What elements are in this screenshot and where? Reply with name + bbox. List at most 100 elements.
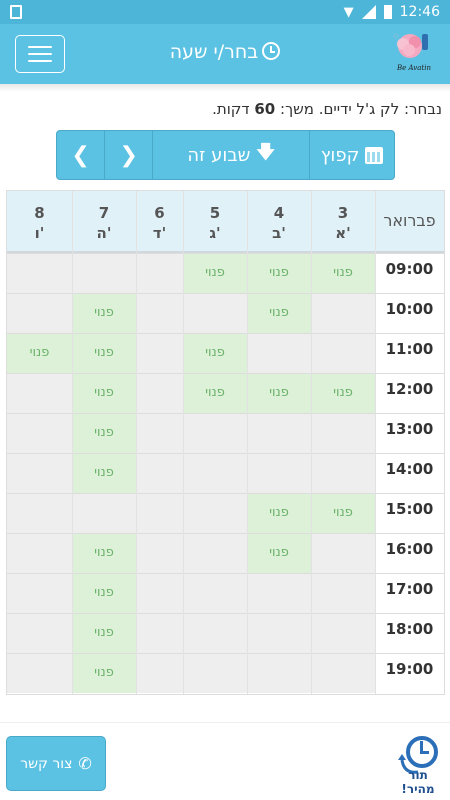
free-slot[interactable]: פנוי	[247, 374, 311, 413]
free-slot[interactable]: פנוי	[72, 414, 136, 453]
free-slot[interactable]: פנוי	[311, 254, 375, 293]
unavailable-slot	[183, 534, 247, 573]
free-slot[interactable]: פנוי	[311, 374, 375, 413]
unavailable-slot	[7, 414, 72, 453]
unavailable-slot	[136, 574, 183, 613]
unavailable-slot	[183, 574, 247, 613]
free-slot[interactable]: פנוי	[183, 374, 247, 413]
contact-button[interactable]: ✆ צור קשר	[6, 736, 106, 791]
free-slot[interactable]: פנוי	[247, 534, 311, 573]
unavailable-slot	[311, 294, 375, 333]
free-slot[interactable]: פנוי	[183, 254, 247, 293]
free-slot[interactable]: פנוי	[247, 254, 311, 293]
free-slot[interactable]: פנוי	[247, 294, 311, 333]
time-label: 11:00	[375, 333, 444, 373]
unavailable-slot	[247, 654, 311, 693]
time-label: 09:00	[375, 253, 444, 293]
day-number: 7	[98, 204, 110, 222]
signal-icon	[361, 5, 376, 19]
time-label: 16:00	[375, 533, 444, 573]
time-label: 10:00	[375, 293, 444, 333]
calendar-icon	[365, 146, 384, 164]
unavailable-slot	[7, 654, 72, 693]
clock-icon	[262, 42, 281, 60]
free-slot[interactable]: פנוי	[72, 654, 136, 693]
free-slot[interactable]: פנוי	[247, 494, 311, 533]
previous-week-button[interactable]: ❮	[57, 131, 106, 179]
unavailable-slot	[247, 574, 311, 613]
day-number: 3	[337, 204, 349, 222]
schedule-grid: פברואר 3 א' 4 ב' 5 ג' 6 ד' 7 ה' 8 ו' 09:00 פנוי פנוי פנ…	[6, 190, 445, 695]
free-slot[interactable]: פנוי	[72, 534, 136, 573]
free-slot[interactable]: פנוי	[72, 294, 136, 333]
unavailable-slot	[311, 454, 375, 493]
time-label: 13:00	[375, 413, 444, 453]
unavailable-slot	[136, 254, 183, 293]
divider	[0, 722, 450, 723]
unavailable-slot	[311, 574, 375, 613]
selection-duration: 60	[254, 100, 276, 118]
wifi-icon: ▼	[343, 4, 354, 20]
day-number: 4	[273, 204, 285, 222]
this-week-button[interactable]: 🡇 שבוע זה	[153, 131, 311, 179]
unavailable-slot	[136, 414, 183, 453]
free-slot[interactable]: פנוי	[72, 374, 136, 413]
unavailable-slot	[311, 654, 375, 693]
unavailable-slot	[136, 614, 183, 653]
selection-suffix: דקות.	[212, 100, 255, 118]
app-header: בחר/י שעה Be Avatin	[0, 24, 450, 84]
column-divider	[72, 191, 73, 694]
unavailable-slot	[7, 574, 72, 613]
month-header: פברואר	[383, 211, 436, 230]
day-header: 4 ב'	[247, 191, 311, 253]
unavailable-slot	[72, 494, 136, 533]
free-slot[interactable]: פנוי	[72, 454, 136, 493]
free-slot[interactable]: פנוי	[311, 494, 375, 533]
unavailable-slot	[311, 334, 375, 373]
unavailable-slot	[183, 294, 247, 333]
free-slot[interactable]: פנוי	[7, 334, 72, 373]
unavailable-slot	[7, 534, 72, 573]
column-divider	[247, 191, 248, 694]
unavailable-slot	[136, 334, 183, 373]
day-number: 5	[209, 204, 221, 222]
column-divider	[311, 191, 312, 694]
day-header: 5 ג'	[183, 191, 247, 253]
time-label: 15:00	[375, 493, 444, 533]
unavailable-slot	[7, 454, 72, 493]
day-name: ד'	[152, 224, 167, 242]
free-slot[interactable]: פנוי	[72, 574, 136, 613]
day-header: 7 ה'	[72, 191, 136, 253]
time-label: 14:00	[375, 453, 444, 493]
unavailable-slot	[136, 534, 183, 573]
header-shadow	[0, 84, 450, 92]
page-title: בחר/י שעה	[0, 41, 450, 63]
quick-queue-button[interactable]: תור מהיר!	[390, 732, 446, 796]
next-week-button[interactable]: ❯	[105, 131, 154, 179]
free-slot[interactable]: פנוי	[183, 334, 247, 373]
sd-card-icon	[10, 5, 22, 19]
unavailable-slot	[7, 294, 72, 333]
week-navigation: ❮ ❯ 🡇 שבוע זה קפוץ	[56, 130, 395, 180]
battery-icon	[383, 5, 392, 19]
unavailable-slot	[136, 374, 183, 413]
unavailable-slot	[7, 254, 72, 293]
free-slot[interactable]: פנוי	[72, 614, 136, 653]
page-title-text: בחר/י שעה	[169, 41, 259, 63]
unavailable-slot	[183, 614, 247, 653]
time-label: 17:00	[375, 573, 444, 613]
unavailable-slot	[247, 334, 311, 373]
jump-button[interactable]: קפוץ	[310, 131, 394, 179]
day-name: ה'	[96, 224, 112, 242]
jump-label: קפוץ	[320, 144, 360, 166]
free-slot[interactable]: פנוי	[72, 334, 136, 373]
unavailable-slot	[7, 494, 72, 533]
unavailable-slot	[183, 654, 247, 693]
unavailable-slot	[311, 414, 375, 453]
unavailable-slot	[311, 614, 375, 653]
column-divider	[375, 191, 376, 694]
day-name: ב'	[272, 224, 286, 242]
chevron-right-icon: ❯	[119, 142, 138, 168]
unavailable-slot	[183, 414, 247, 453]
status-time: 12:46	[399, 4, 440, 20]
